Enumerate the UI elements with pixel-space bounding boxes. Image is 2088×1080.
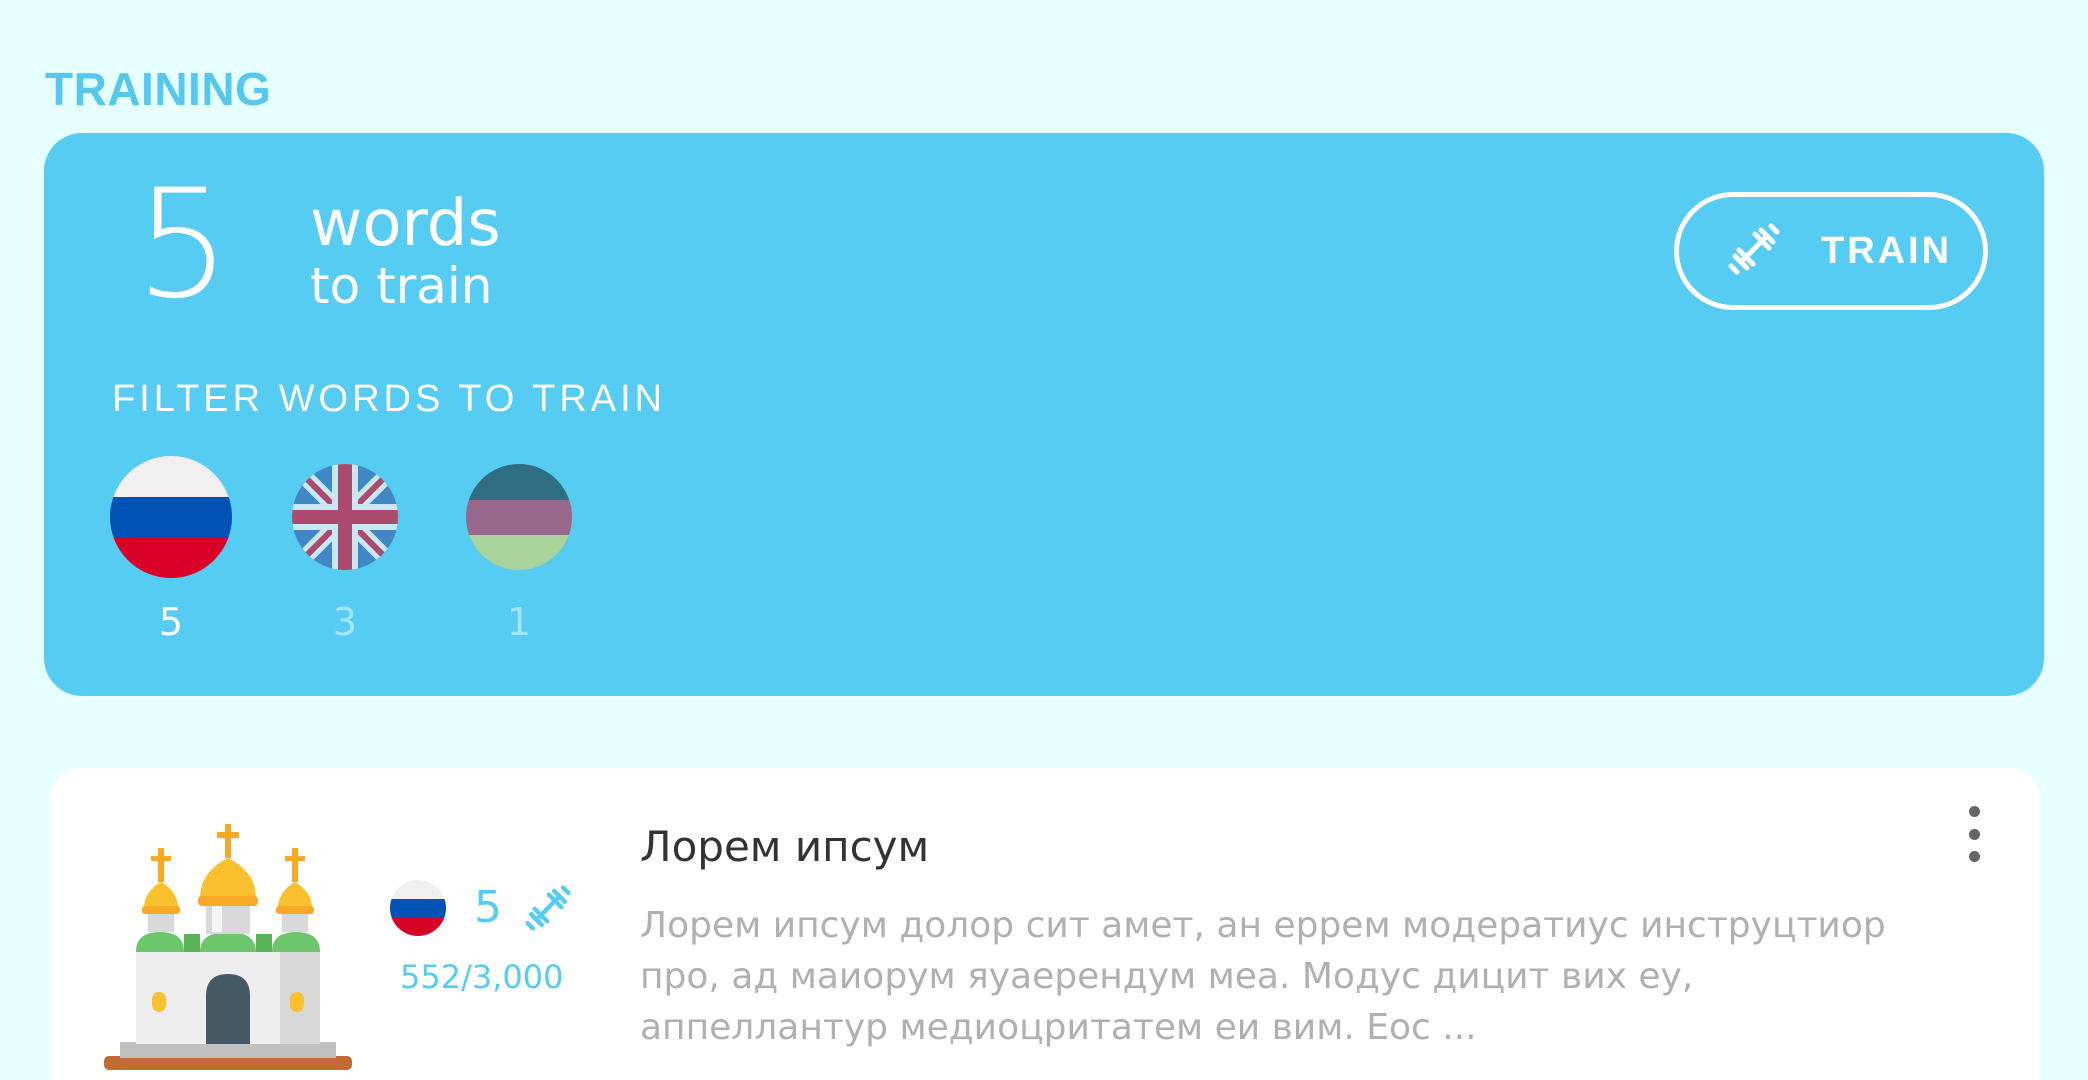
russia-flag-icon <box>110 456 232 578</box>
deck-title: Лорем ипсум <box>640 822 930 871</box>
filter-other-language[interactable]: 1 <box>466 464 572 656</box>
deck-description: Лорем ипсум долор сит амет, ан еррем мод… <box>640 905 1886 1048</box>
deck-russia-flag-icon <box>390 880 446 936</box>
section-title: TRAINING <box>45 63 272 115</box>
deck-progress: 552/3,000 <box>400 958 564 996</box>
filter-other-language-count: 1 <box>506 600 532 644</box>
filter-english[interactable]: 3 <box>292 464 398 656</box>
filter-russian[interactable]: 5 <box>110 456 232 656</box>
train-button[interactable]: TRAIN <box>1674 192 1988 310</box>
uk-flag-icon <box>292 464 398 570</box>
words-to-train-count: 5 <box>135 158 231 332</box>
dumbbell-icon <box>1727 222 1781 280</box>
train-button-label: TRAIN <box>1821 229 1953 272</box>
to-train-label: to train <box>310 257 493 315</box>
filter-russian-count: 5 <box>158 600 184 644</box>
filter-title: FILTER WORDS TO TRAIN <box>112 378 667 420</box>
cathedral-icon <box>100 820 356 1076</box>
deck-train-count: 5 <box>474 882 502 933</box>
words-label: words <box>310 187 501 261</box>
filter-english-count: 3 <box>332 600 358 644</box>
more-options-icon[interactable] <box>1956 806 1992 862</box>
training-screen: TRAINING 5 words to train TRAIN FILTER W… <box>0 0 2088 1080</box>
deck-dumbbell-icon[interactable] <box>524 884 572 936</box>
language-flag-icon <box>466 464 572 570</box>
